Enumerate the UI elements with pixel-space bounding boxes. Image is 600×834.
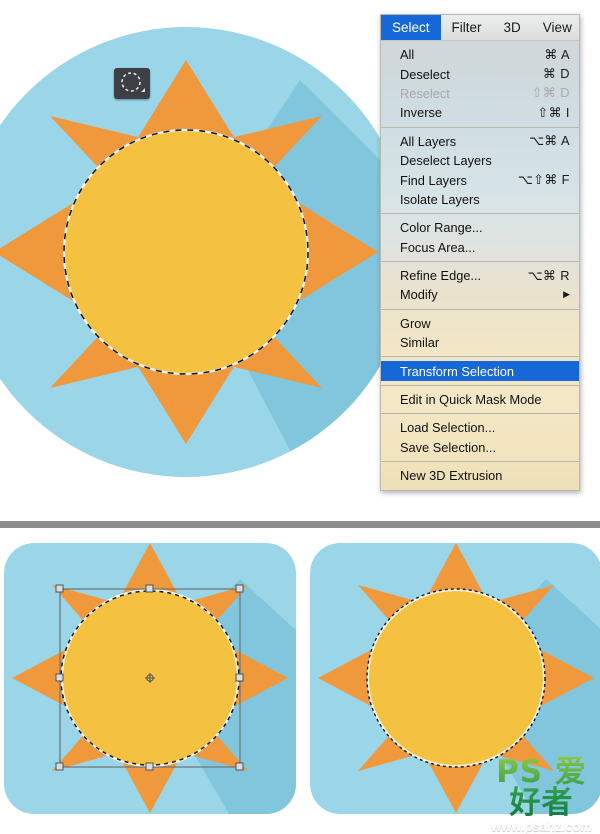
menu-item-label: Inverse — [400, 105, 442, 121]
select-menu-list[interactable]: All ⌘ A Deselect ⌘ D Reselect ⇧⌘ D Inverse ⇧⌘ I… — [381, 41, 579, 490]
menu-separator — [381, 126, 579, 128]
menu-separator — [381, 356, 579, 358]
menubar-item-select[interactable]: Select — [381, 15, 441, 40]
menu-item-shortcut: ⇧⌘ D — [531, 85, 570, 101]
elliptical-marquee-tool-badge[interactable] — [114, 68, 150, 99]
menu-item-label: Color Range... — [400, 220, 483, 236]
menubar-item-view[interactable]: View — [532, 15, 583, 40]
menu-item-label: Grow — [400, 315, 431, 331]
menu-item-label: Edit in Quick Mask Mode — [400, 392, 542, 408]
menu-item-label: Transform Selection — [400, 363, 515, 379]
menu-item-label: Modify — [400, 287, 438, 303]
menu-item-similar[interactable]: Similar — [381, 333, 579, 352]
menu-separator — [381, 260, 579, 262]
menu-item-all-layers[interactable]: All Layers ⌥⌘ A — [381, 132, 579, 151]
menu-item-transform-selection[interactable]: Transform Selection — [381, 361, 579, 381]
menu-item-shortcut: ⌥⇧⌘ F — [517, 172, 570, 188]
menu-item-label: Similar — [400, 335, 440, 351]
menu-item-new-3d-extrusion[interactable]: New 3D Extrusion — [381, 466, 579, 485]
menu-item-reselect: Reselect ⇧⌘ D — [381, 84, 579, 103]
menubar-item-label: View — [542, 20, 572, 35]
panel-left-artwork[interactable] — [4, 543, 296, 814]
menu-item-label: Load Selection... — [400, 420, 496, 436]
menu-item-label: Focus Area... — [400, 239, 476, 255]
menubar-item-label: 3D — [503, 20, 521, 35]
site-watermark: PS 爱好者 www.psahz.com — [483, 757, 600, 834]
menu-item-inverse[interactable]: Inverse ⇧⌘ I — [381, 103, 579, 122]
menu-item-label: All — [400, 47, 415, 63]
menu-separator — [381, 413, 579, 415]
chevron-right-icon: ▶ — [563, 289, 570, 300]
menu-item-shortcut: ⇧⌘ I — [537, 104, 570, 120]
menu-item-shortcut: ⌥⌘ A — [529, 133, 570, 149]
menu-item-shortcut: ⌥⌘ R — [527, 267, 570, 283]
sun-body — [64, 130, 308, 374]
watermark-url-text: www.psahz.com — [491, 819, 592, 834]
select-menu-panel[interactable]: Select Filter 3D View All ⌘ A Deselect ⌘ D Rese… — [380, 14, 580, 492]
menu-separator — [381, 384, 579, 386]
menu-separator — [381, 308, 579, 310]
menu-item-modify[interactable]: Modify ▶ — [381, 285, 579, 304]
menubar-item-filter[interactable]: Filter — [441, 15, 493, 40]
corner-triangle-icon — [141, 88, 145, 92]
top-canvas-artwork[interactable] — [0, 0, 380, 505]
menu-item-label: Find Layers — [400, 172, 467, 188]
watermark-logo-text: PS 爱好者 — [483, 757, 600, 819]
menubar-item-3d[interactable]: 3D — [493, 15, 532, 40]
menu-item-all[interactable]: All ⌘ A — [381, 45, 579, 64]
menu-separator — [381, 213, 579, 215]
menubar-item-label: Filter — [451, 20, 482, 35]
menu-item-label: Reselect — [400, 85, 450, 101]
menu-item-label: All Layers — [400, 133, 457, 149]
menu-item-label: Save Selection... — [400, 439, 497, 455]
menu-item-deselect-layers[interactable]: Deselect Layers — [381, 151, 579, 170]
menu-item-find-layers[interactable]: Find Layers ⌥⇧⌘ F — [381, 170, 579, 189]
menu-bar[interactable]: Select Filter 3D View — [381, 15, 579, 41]
menubar-item-label: Select — [392, 20, 430, 35]
screenshot-stage: PS 爱好者 www.psahz.com Select Filter 3D View … — [0, 0, 600, 834]
menu-item-refine-edge[interactable]: Refine Edge... ⌥⌘ R — [381, 266, 579, 285]
menu-item-label: Deselect Layers — [400, 153, 492, 169]
menu-item-focus-area[interactable]: Focus Area... — [381, 238, 579, 257]
menu-item-label: Refine Edge... — [400, 268, 482, 284]
menu-item-grow[interactable]: Grow — [381, 314, 579, 333]
menu-item-label: New 3D Extrusion — [400, 468, 503, 484]
section-divider — [0, 521, 600, 528]
menu-item-shortcut: ⌘ D — [542, 66, 570, 82]
menu-item-edit-in-quick-mask-mode[interactable]: Edit in Quick Mask Mode — [381, 390, 579, 409]
menu-item-load-selection[interactable]: Load Selection... — [381, 418, 579, 437]
menu-item-save-selection[interactable]: Save Selection... — [381, 438, 579, 457]
menu-item-deselect[interactable]: Deselect ⌘ D — [381, 64, 579, 83]
menu-item-color-range[interactable]: Color Range... — [381, 218, 579, 237]
menu-item-isolate-layers[interactable]: Isolate Layers — [381, 190, 579, 209]
menu-item-label: Deselect — [400, 66, 450, 82]
dashed-circle-icon — [121, 72, 141, 92]
menu-separator — [381, 461, 579, 463]
menu-item-label: Isolate Layers — [400, 191, 480, 207]
menu-item-shortcut: ⌘ A — [544, 46, 570, 62]
